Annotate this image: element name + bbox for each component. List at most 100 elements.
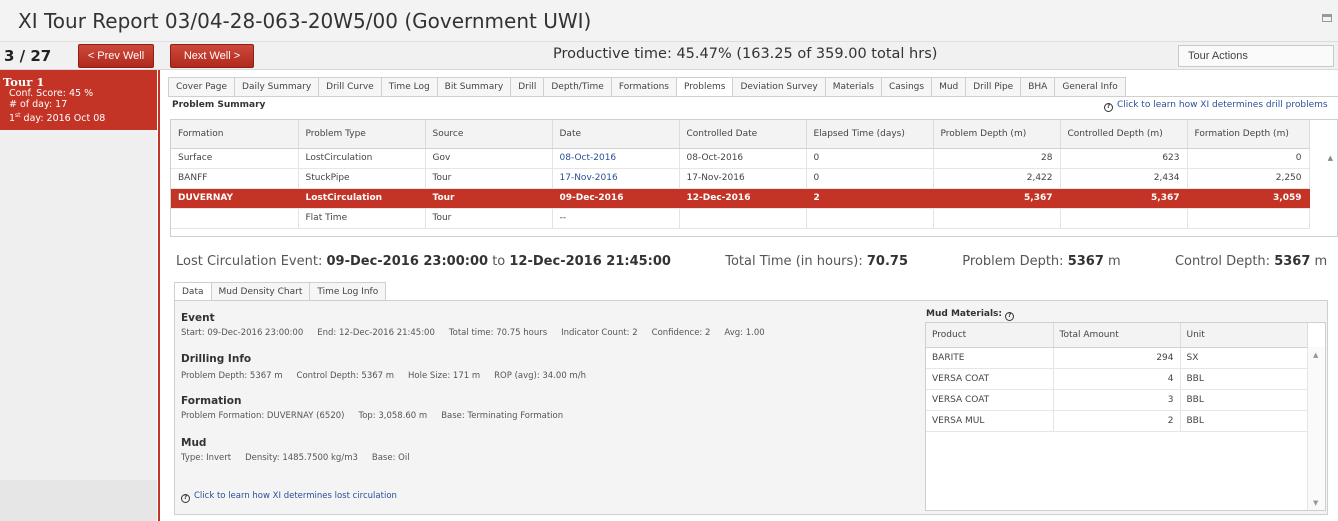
cell: SX xyxy=(1180,347,1308,369)
tab-deviation-survey[interactable]: Deviation Survey xyxy=(732,77,825,97)
problem-depth-label: Problem Depth: xyxy=(962,254,1068,269)
tab-drill-pipe[interactable]: Drill Pipe xyxy=(965,77,1021,97)
cell: 2 xyxy=(1053,410,1181,432)
column-header[interactable]: Unit xyxy=(1180,323,1308,348)
problem-summary-title: Problem Summary xyxy=(172,100,266,110)
cell: BANFF xyxy=(171,168,299,189)
top-text: Top: 3,058.60 m xyxy=(358,411,428,421)
conf-score: Conf. Score: 45 % xyxy=(9,88,94,99)
lost-circulation-help-link[interactable]: ? Click to learn how XI determines lost c… xyxy=(181,491,397,503)
cell: 4 xyxy=(1053,368,1181,390)
cell: VERSA MUL xyxy=(926,410,1054,432)
cell: 623 xyxy=(1060,148,1188,169)
scroll-up-icon[interactable]: ▲ xyxy=(1313,351,1318,359)
tab-data[interactable]: Data xyxy=(174,282,211,301)
cell: Tour xyxy=(425,188,553,209)
prev-well-button[interactable]: < Prev Well xyxy=(78,44,154,68)
tab-time-log[interactable]: Time Log xyxy=(380,77,437,97)
tab-drill-curve[interactable]: Drill Curve xyxy=(318,77,381,97)
cell: VERSA COAT xyxy=(926,389,1054,411)
drill-problems-help-link[interactable]: ? Click to learn how XI determines drill … xyxy=(1104,100,1328,112)
cell xyxy=(679,208,807,229)
table-row[interactable]: VERSA MUL 2 BBL xyxy=(926,410,1308,432)
tab-depth-time[interactable]: Depth/Time xyxy=(543,77,611,97)
cell: 2,422 xyxy=(933,168,1061,189)
date-link[interactable]: 09-Dec-2016 xyxy=(552,188,680,209)
cell xyxy=(1060,208,1188,229)
mud-base-text: Base: Oil xyxy=(371,453,410,463)
cell: DUVERNAY xyxy=(171,188,299,209)
table-row[interactable]: Flat Time Tour -- xyxy=(171,208,1310,229)
table-row-selected[interactable]: DUVERNAY LostCirculation Tour 09-Dec-201… xyxy=(171,188,1310,209)
column-header[interactable]: Total Amount xyxy=(1053,323,1181,348)
tab-problems[interactable]: Problems xyxy=(675,77,733,97)
cell: 0 xyxy=(806,148,934,169)
cell xyxy=(933,208,1061,229)
column-header[interactable]: Problem Depth (m) xyxy=(933,120,1061,149)
column-header[interactable]: Date xyxy=(552,120,680,149)
scroll-up-icon[interactable]: ▲ xyxy=(1328,154,1333,162)
cell: 0 xyxy=(1187,148,1310,169)
cell: Tour xyxy=(425,208,553,229)
tab-formations[interactable]: Formations xyxy=(610,77,676,97)
total-time-value: 70.75 xyxy=(866,254,909,269)
control-depth-unit: m xyxy=(1310,254,1328,269)
table-header-row: Formation Problem Type Source Date Contr… xyxy=(171,120,1310,149)
date-link[interactable]: 08-Oct-2016 xyxy=(552,148,680,169)
tab-cover-page[interactable]: Cover Page xyxy=(168,77,235,97)
next-well-button[interactable]: Next Well > xyxy=(170,44,254,68)
column-header[interactable]: Formation xyxy=(171,120,299,149)
column-header[interactable]: Problem Type xyxy=(298,120,426,149)
column-header[interactable]: Elapsed Time (days) xyxy=(806,120,934,149)
table-row[interactable]: BARITE 294 SX xyxy=(926,347,1308,369)
scroll-down-icon[interactable]: ▼ xyxy=(1313,499,1318,507)
tab-time-log-info[interactable]: Time Log Info xyxy=(309,282,387,301)
drill-problems-help-text: Click to learn how XI determines drill p… xyxy=(1117,100,1328,110)
cell: 08-Oct-2016 xyxy=(679,148,807,169)
tab-materials[interactable]: Materials xyxy=(824,77,881,97)
first-day-date: day: 2016 Oct 08 xyxy=(20,113,106,125)
well-navigation-bar: 3 / 27 < Prev Well Next Well > Productiv… xyxy=(0,42,1338,70)
event-heading: Event xyxy=(181,312,215,324)
column-header[interactable]: Source xyxy=(425,120,553,149)
event-start: 09-Dec-2016 23:00:00 xyxy=(326,254,489,269)
tour-card[interactable]: Tour 1 Conf. Score: 45 % # of day: 17 1s… xyxy=(0,70,157,130)
table-row[interactable]: Surface LostCirculation Gov 08-Oct-2016 … xyxy=(171,148,1310,169)
cell: BARITE xyxy=(926,347,1054,369)
tour-actions-dropdown[interactable]: Tour Actions xyxy=(1178,45,1334,67)
tab-general-info[interactable]: General Info xyxy=(1054,77,1126,97)
tab-daily-summary[interactable]: Daily Summary xyxy=(234,77,319,97)
tab-casings[interactable]: Casings xyxy=(880,77,932,97)
rop-text: ROP (avg): 34.00 m/h xyxy=(494,371,586,381)
table-row[interactable]: VERSA COAT 4 BBL xyxy=(926,368,1308,390)
tab-mud-density-chart[interactable]: Mud Density Chart xyxy=(210,282,310,301)
question-circle-icon: ? xyxy=(181,494,190,503)
cell: Surface xyxy=(171,148,299,169)
tab-bha[interactable]: BHA xyxy=(1020,77,1055,97)
event-end-text: End: 12-Dec-2016 21:45:00 xyxy=(317,328,435,338)
table-row[interactable]: VERSA COAT 3 BBL xyxy=(926,389,1308,411)
control-depth-value: 5367 xyxy=(1274,254,1311,269)
formation-details: Problem Formation: DUVERNAY (6520) Top: 3… xyxy=(181,411,577,421)
tab-divider xyxy=(168,96,1338,97)
mud-materials-title: Mud Materials: ? xyxy=(926,309,1018,321)
tab-mud[interactable]: Mud xyxy=(931,77,966,97)
problem-depth-unit: m xyxy=(1103,254,1121,269)
cell: 5,367 xyxy=(1060,188,1188,209)
column-header[interactable]: Controlled Date xyxy=(679,120,807,149)
cell: 3,059 xyxy=(1187,188,1310,209)
tab-bit-summary[interactable]: Bit Summary xyxy=(436,77,511,97)
question-circle-icon[interactable]: ? xyxy=(1005,312,1015,321)
tab-drill[interactable]: Drill xyxy=(510,77,544,97)
detail-panel: Event Start: 09-Dec-2016 23:00:00 End: 12… xyxy=(174,300,1328,515)
column-header[interactable]: Controlled Depth (m) xyxy=(1060,120,1188,149)
cell: LostCirculation xyxy=(298,188,426,209)
column-header[interactable]: Product xyxy=(926,323,1054,348)
column-header[interactable]: Formation Depth (m) xyxy=(1187,120,1310,149)
mud-details: Type: Invert Density: 1485.7500 kg/m3 Base… xyxy=(181,453,424,463)
table-row[interactable]: BANFF StuckPipe Tour 17-Nov-2016 17-Nov-… xyxy=(171,168,1310,189)
cell xyxy=(171,208,299,229)
date-link[interactable]: 17-Nov-2016 xyxy=(552,168,680,189)
mud-table-scrollbar[interactable]: ▲ ▼ xyxy=(1307,347,1325,510)
restore-icon[interactable] xyxy=(1322,14,1332,22)
